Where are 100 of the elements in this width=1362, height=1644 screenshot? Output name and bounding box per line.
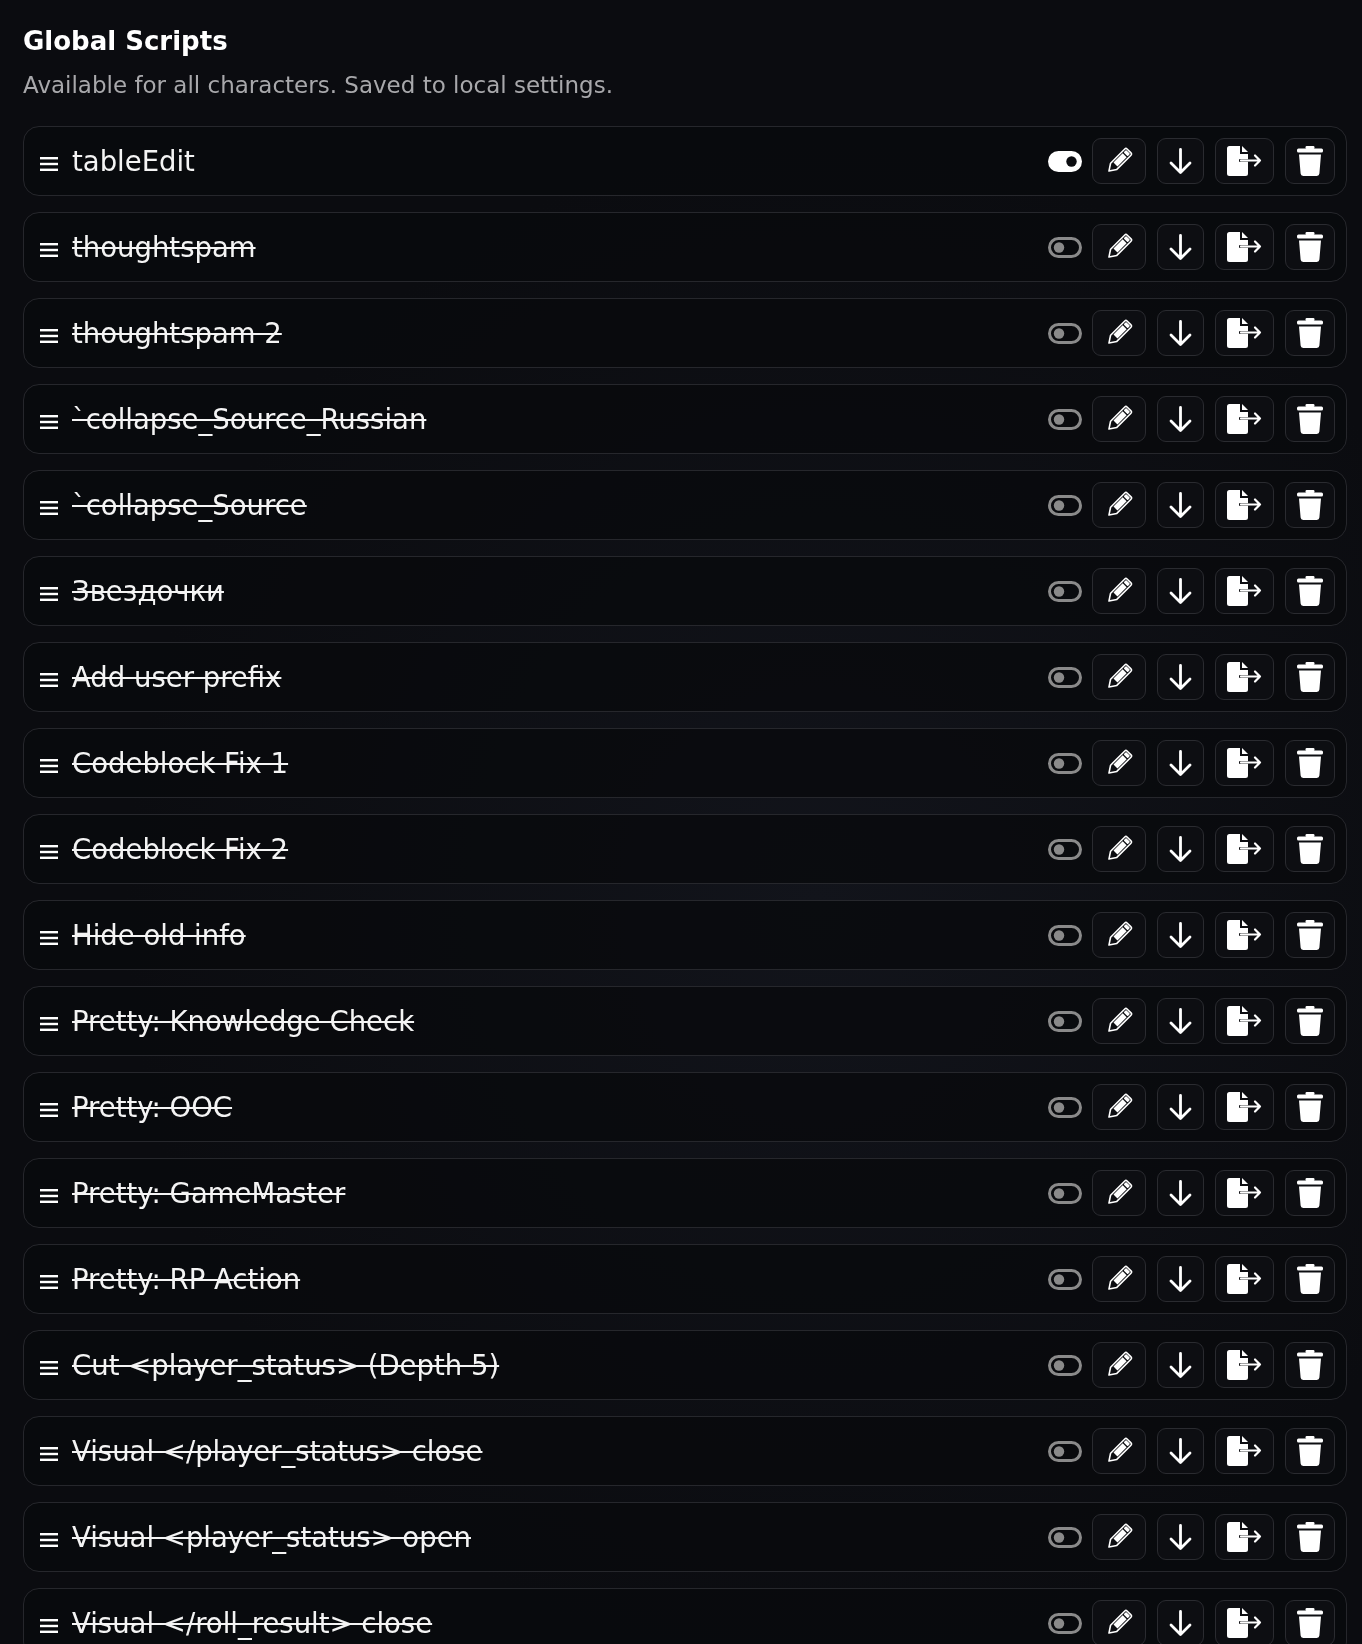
export-button[interactable] bbox=[1215, 654, 1274, 700]
edit-button[interactable] bbox=[1092, 1170, 1146, 1216]
toggle-switch[interactable] bbox=[1048, 1096, 1082, 1118]
export-button[interactable] bbox=[1215, 482, 1274, 528]
toggle-switch[interactable] bbox=[1048, 1354, 1082, 1376]
delete-button[interactable] bbox=[1285, 1256, 1335, 1302]
export-button[interactable] bbox=[1215, 826, 1274, 872]
edit-button[interactable] bbox=[1092, 1514, 1146, 1560]
export-button[interactable] bbox=[1215, 224, 1274, 270]
delete-button[interactable] bbox=[1285, 1084, 1335, 1130]
drag-handle-icon[interactable] bbox=[40, 845, 58, 859]
drag-handle-icon[interactable] bbox=[40, 1619, 58, 1633]
edit-button[interactable] bbox=[1092, 1256, 1146, 1302]
edit-button[interactable] bbox=[1092, 1084, 1146, 1130]
toggle-switch[interactable] bbox=[1048, 666, 1082, 688]
delete-button[interactable] bbox=[1285, 826, 1335, 872]
toggle-switch[interactable] bbox=[1048, 1268, 1082, 1290]
drag-handle-icon[interactable] bbox=[40, 1103, 58, 1117]
edit-button[interactable] bbox=[1092, 482, 1146, 528]
export-button[interactable] bbox=[1215, 1256, 1274, 1302]
delete-button[interactable] bbox=[1285, 1428, 1335, 1474]
edit-button[interactable] bbox=[1092, 826, 1146, 872]
move-button[interactable] bbox=[1157, 998, 1204, 1044]
export-button[interactable] bbox=[1215, 1342, 1274, 1388]
delete-button[interactable] bbox=[1285, 1514, 1335, 1560]
edit-button[interactable] bbox=[1092, 568, 1146, 614]
move-button[interactable] bbox=[1157, 1256, 1204, 1302]
drag-handle-icon[interactable] bbox=[40, 501, 58, 515]
drag-handle-icon[interactable] bbox=[40, 1361, 58, 1375]
edit-button[interactable] bbox=[1092, 912, 1146, 958]
export-button[interactable] bbox=[1215, 1514, 1274, 1560]
toggle-switch[interactable] bbox=[1048, 752, 1082, 774]
export-button[interactable] bbox=[1215, 1084, 1274, 1130]
edit-button[interactable] bbox=[1092, 396, 1146, 442]
toggle-switch[interactable] bbox=[1048, 580, 1082, 602]
export-button[interactable] bbox=[1215, 740, 1274, 786]
toggle-switch[interactable] bbox=[1048, 150, 1082, 172]
toggle-switch[interactable] bbox=[1048, 408, 1082, 430]
delete-button[interactable] bbox=[1285, 1170, 1335, 1216]
move-button[interactable] bbox=[1157, 1084, 1204, 1130]
toggle-switch[interactable] bbox=[1048, 1010, 1082, 1032]
move-button[interactable] bbox=[1157, 912, 1204, 958]
export-button[interactable] bbox=[1215, 1170, 1274, 1216]
toggle-switch[interactable] bbox=[1048, 1612, 1082, 1634]
move-button[interactable] bbox=[1157, 1600, 1204, 1644]
export-button[interactable] bbox=[1215, 998, 1274, 1044]
export-button[interactable] bbox=[1215, 568, 1274, 614]
drag-handle-icon[interactable] bbox=[40, 1189, 58, 1203]
drag-handle-icon[interactable] bbox=[40, 673, 58, 687]
toggle-switch[interactable] bbox=[1048, 322, 1082, 344]
edit-button[interactable] bbox=[1092, 1428, 1146, 1474]
edit-button[interactable] bbox=[1092, 224, 1146, 270]
delete-button[interactable] bbox=[1285, 482, 1335, 528]
delete-button[interactable] bbox=[1285, 138, 1335, 184]
move-button[interactable] bbox=[1157, 1170, 1204, 1216]
edit-button[interactable] bbox=[1092, 740, 1146, 786]
toggle-switch[interactable] bbox=[1048, 838, 1082, 860]
drag-handle-icon[interactable] bbox=[40, 157, 58, 171]
export-button[interactable] bbox=[1215, 138, 1274, 184]
edit-button[interactable] bbox=[1092, 998, 1146, 1044]
move-button[interactable] bbox=[1157, 1428, 1204, 1474]
delete-button[interactable] bbox=[1285, 310, 1335, 356]
export-button[interactable] bbox=[1215, 1428, 1274, 1474]
move-button[interactable] bbox=[1157, 396, 1204, 442]
drag-handle-icon[interactable] bbox=[40, 1447, 58, 1461]
drag-handle-icon[interactable] bbox=[40, 243, 58, 257]
move-button[interactable] bbox=[1157, 138, 1204, 184]
edit-button[interactable] bbox=[1092, 310, 1146, 356]
delete-button[interactable] bbox=[1285, 1600, 1335, 1644]
export-button[interactable] bbox=[1215, 310, 1274, 356]
toggle-switch[interactable] bbox=[1048, 236, 1082, 258]
drag-handle-icon[interactable] bbox=[40, 329, 58, 343]
delete-button[interactable] bbox=[1285, 654, 1335, 700]
delete-button[interactable] bbox=[1285, 568, 1335, 614]
edit-button[interactable] bbox=[1092, 1342, 1146, 1388]
move-button[interactable] bbox=[1157, 740, 1204, 786]
move-button[interactable] bbox=[1157, 568, 1204, 614]
drag-handle-icon[interactable] bbox=[40, 415, 58, 429]
drag-handle-icon[interactable] bbox=[40, 1275, 58, 1289]
toggle-switch[interactable] bbox=[1048, 1526, 1082, 1548]
drag-handle-icon[interactable] bbox=[40, 587, 58, 601]
delete-button[interactable] bbox=[1285, 224, 1335, 270]
edit-button[interactable] bbox=[1092, 138, 1146, 184]
toggle-switch[interactable] bbox=[1048, 1440, 1082, 1462]
delete-button[interactable] bbox=[1285, 912, 1335, 958]
export-button[interactable] bbox=[1215, 1600, 1274, 1644]
delete-button[interactable] bbox=[1285, 740, 1335, 786]
edit-button[interactable] bbox=[1092, 654, 1146, 700]
move-button[interactable] bbox=[1157, 1342, 1204, 1388]
move-button[interactable] bbox=[1157, 482, 1204, 528]
drag-handle-icon[interactable] bbox=[40, 1533, 58, 1547]
drag-handle-icon[interactable] bbox=[40, 931, 58, 945]
move-button[interactable] bbox=[1157, 826, 1204, 872]
toggle-switch[interactable] bbox=[1048, 1182, 1082, 1204]
move-button[interactable] bbox=[1157, 654, 1204, 700]
toggle-switch[interactable] bbox=[1048, 924, 1082, 946]
move-button[interactable] bbox=[1157, 224, 1204, 270]
drag-handle-icon[interactable] bbox=[40, 1017, 58, 1031]
delete-button[interactable] bbox=[1285, 1342, 1335, 1388]
export-button[interactable] bbox=[1215, 396, 1274, 442]
